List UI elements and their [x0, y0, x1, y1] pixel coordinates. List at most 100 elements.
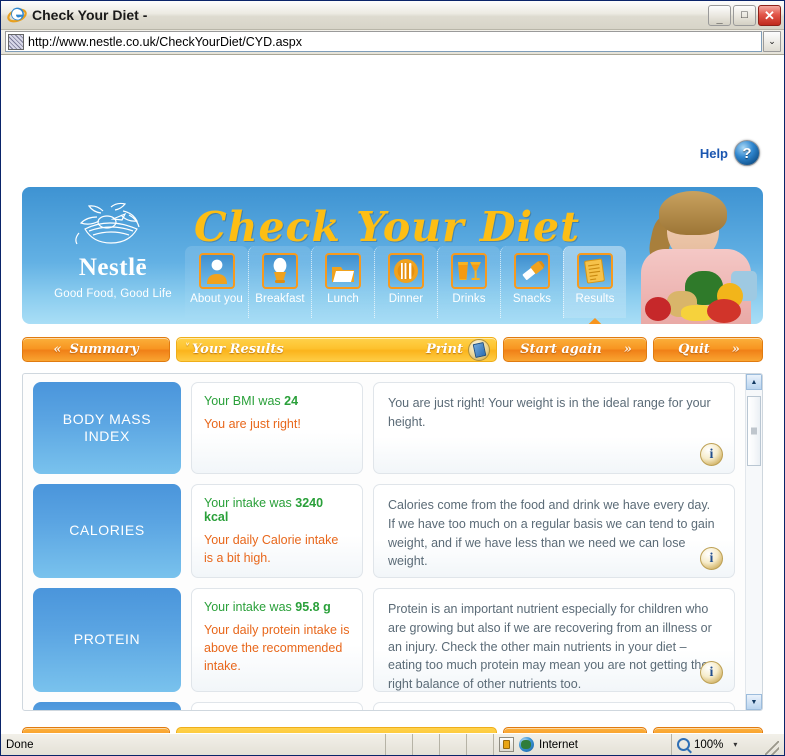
security-zone-label: Internet	[539, 738, 578, 751]
summary-button-top[interactable]: « Summary	[22, 337, 170, 362]
security-lock-icon	[499, 737, 514, 752]
nav-tab-lunch[interactable]: Lunch	[311, 246, 374, 318]
address-dropdown-button[interactable]: ⌄	[763, 31, 781, 52]
resize-grip-icon[interactable]	[765, 741, 779, 755]
quit-label: Quit	[678, 342, 710, 357]
result-value-box: Your BMI was 24 You are just right!	[191, 382, 363, 474]
scrollbar-track[interactable]	[746, 390, 762, 694]
help-link[interactable]: Help ?	[700, 140, 760, 166]
question-mark-icon: ?	[734, 140, 760, 166]
address-input[interactable]: http://www.nestle.co.uk/CheckYourDiet/CY…	[5, 31, 762, 52]
nestle-wordmark: Nestlē	[78, 254, 148, 281]
nav-tab-results[interactable]: Results	[563, 246, 626, 324]
minimize-icon: _	[716, 12, 723, 25]
status-slot-1	[386, 734, 413, 755]
status-slot-2	[413, 734, 440, 755]
result-status: Your daily Calorie intake is a bit high.	[204, 533, 339, 566]
photo-vegetable	[707, 299, 741, 323]
result-status: You are just right!	[204, 417, 301, 431]
start-again-button-top[interactable]: Start again »	[503, 337, 647, 362]
summary-button-label: Summary	[69, 342, 139, 357]
birds-nest-icon	[67, 202, 159, 255]
scroll-down-button[interactable]: ▼	[746, 694, 762, 710]
nav-tab-about-you[interactable]: About you	[185, 246, 248, 318]
minimize-button[interactable]: _	[708, 4, 731, 26]
result-row: BODY MASS INDEX Your BMI was 24 You are …	[33, 382, 735, 474]
page-viewport: Help ? Nestlē Good Food, Good Life Check…	[1, 55, 784, 733]
nav-tab-drinks[interactable]: Drinks	[437, 246, 500, 318]
nav-tab-snacks[interactable]: Snacks	[500, 246, 563, 318]
glasses-icon	[451, 253, 487, 289]
your-results-bar[interactable]: ˅ Your Results Print	[176, 337, 497, 362]
result-value-number: 95.8 g	[295, 600, 331, 614]
scroll-up-button[interactable]: ▲	[746, 374, 762, 390]
internet-explorer-icon	[7, 5, 27, 25]
result-info-box: You are just right! Your weight is in th…	[373, 382, 735, 474]
chevron-down-icon: ˅	[185, 342, 190, 357]
result-category: BODY MASS INDEX	[33, 382, 181, 474]
nav-tab-breakfast[interactable]: Breakfast	[248, 246, 311, 318]
nav-tab-label: Breakfast	[255, 293, 305, 305]
nav-tab-label: About you	[190, 293, 243, 305]
banner-nav-tabs: About you Breakfast Lunch Dinner Drinks …	[185, 246, 626, 324]
info-icon[interactable]: i	[700, 661, 723, 684]
quit-button-top[interactable]: Quit »	[653, 337, 763, 362]
nav-tab-label: Snacks	[512, 293, 552, 305]
nav-tab-dinner[interactable]: Dinner	[374, 246, 437, 318]
nav-tab-label: Dinner	[388, 293, 424, 305]
browser-window: Check Your Diet - _ □ ✕ http://www.nestl…	[0, 0, 785, 756]
globe-icon	[519, 737, 534, 752]
result-value-number: 24	[284, 394, 299, 408]
snack-bar-icon	[514, 253, 550, 289]
zoom-control[interactable]: 100% ▾	[672, 734, 784, 755]
start-again-label: Start again	[520, 342, 602, 357]
nav-tab-label: Drinks	[452, 293, 486, 305]
print-button[interactable]: Print	[426, 338, 490, 361]
caret-down-icon[interactable]: ▾	[733, 740, 737, 749]
double-chevron-right-icon: »	[731, 342, 740, 357]
results-scrollbar[interactable]: ▲ ▼	[745, 374, 762, 710]
scrollbar-grip-icon	[751, 427, 757, 435]
result-row: PROTEIN Your intake was 95.8 g Your dail…	[33, 588, 735, 692]
result-info-box: Calories come from the food and drink we…	[373, 484, 735, 578]
page-icon	[8, 33, 24, 50]
maximize-icon: □	[741, 8, 748, 21]
caret-down-icon: ▼	[750, 698, 758, 706]
nestle-tagline: Good Food, Good Life	[54, 288, 172, 300]
status-slot-3	[440, 734, 467, 755]
bottom-action-bar: « Summary Start again » Quit »	[22, 727, 763, 733]
close-button[interactable]: ✕	[758, 4, 781, 26]
result-value-line: Your intake was 3240 kcal	[204, 496, 350, 524]
close-icon: ✕	[764, 7, 775, 23]
summary-button-bottom[interactable]: « Summary	[22, 727, 170, 733]
result-value-line: Your intake was 95.8 g	[204, 600, 350, 614]
double-chevron-left-icon: «	[53, 342, 61, 357]
photo-hair	[659, 191, 727, 235]
start-again-button-bottom[interactable]: Start again »	[503, 727, 647, 733]
address-url: http://www.nestle.co.uk/CheckYourDiet/CY…	[28, 34, 302, 49]
nav-tab-label: Results	[575, 293, 615, 305]
caret-up-icon: ▲	[750, 378, 758, 386]
result-status: Your daily protein intake is above the r…	[204, 623, 350, 674]
maximize-button[interactable]: □	[733, 4, 756, 26]
result-info-text: Calories come from the food and drink we…	[388, 498, 715, 569]
egg-cup-icon	[262, 253, 298, 289]
nav-tab-label: Lunch	[327, 293, 359, 305]
banner-photo	[621, 187, 763, 324]
top-action-bar: « Summary ˅ Your Results Print Start aga…	[22, 337, 763, 362]
help-label: Help	[699, 145, 728, 161]
status-bar: Done Internet 100% ▾	[1, 733, 784, 755]
scrollbar-thumb[interactable]	[747, 396, 761, 466]
window-title: Check Your Diet -	[32, 7, 148, 23]
security-zone[interactable]: Internet	[494, 734, 672, 755]
result-row: CALORIES Your intake was 3240 kcal Your …	[33, 484, 735, 578]
bottom-spacer-bar	[176, 727, 497, 733]
result-value-line: Your BMI was 24	[204, 394, 350, 408]
quit-button-bottom[interactable]: Quit »	[653, 727, 763, 733]
info-icon[interactable]: i	[700, 443, 723, 466]
double-chevron-right-icon: »	[623, 342, 632, 357]
print-icon	[468, 338, 490, 361]
active-tab-arrow-icon	[574, 318, 616, 324]
info-icon[interactable]: i	[700, 547, 723, 570]
banner-title: Check Your Diet	[194, 203, 581, 251]
